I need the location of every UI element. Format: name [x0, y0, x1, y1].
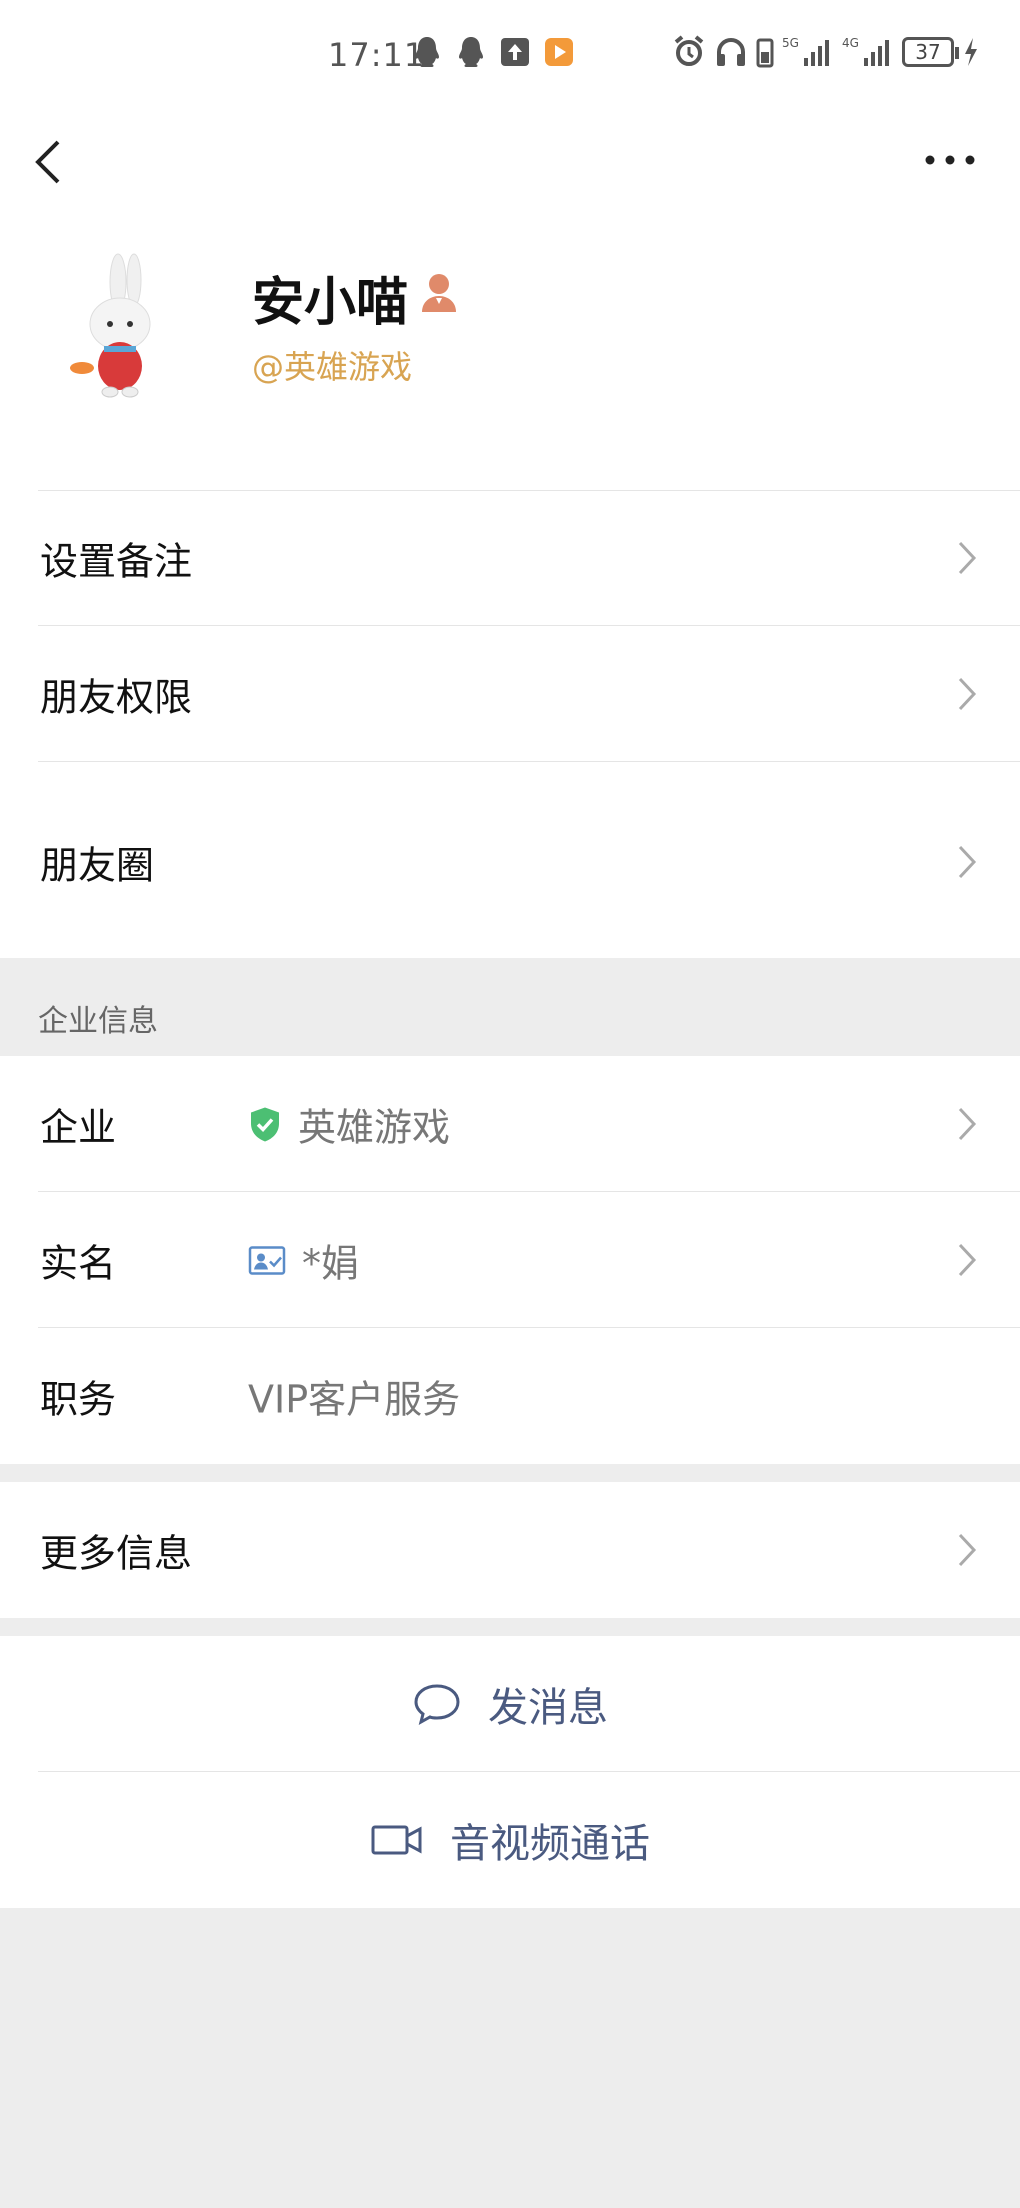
person-badge-icon: [422, 274, 456, 312]
profile-header: 安小喵 @英雄游戏: [0, 210, 1020, 490]
phone-battery-icon: [756, 38, 774, 68]
enterprise-info-list: 企业 英雄游戏 实名 *娟 职务 VIP客户服务: [0, 1056, 1020, 1464]
realname-label: 实名: [40, 1241, 117, 1286]
qq-icon: [459, 37, 483, 67]
contact-settings-list: 设置备注 朋友权限 朋友圈: [0, 490, 1020, 962]
back-icon[interactable]: [26, 136, 70, 188]
realname-row[interactable]: 实名 *娟: [0, 1192, 1020, 1328]
moments-row[interactable]: 朋友圈: [0, 762, 1020, 962]
charging-icon: [965, 38, 977, 66]
notification-icons: [410, 34, 576, 70]
video-call-button[interactable]: 音视频通话: [0, 1772, 1020, 1908]
actions-list: 发消息 音视频通话: [0, 1636, 1020, 1908]
company-name: 英雄游戏: [298, 1105, 451, 1150]
position-value: VIP客户服务: [248, 1377, 461, 1422]
position-label: 职务: [40, 1377, 117, 1422]
more-info-label: 更多信息: [40, 1531, 193, 1576]
svg-text:4G: 4G: [842, 36, 859, 50]
send-message-label: 发消息: [488, 1685, 608, 1731]
svg-text:5G: 5G: [782, 36, 799, 50]
chevron-right-icon: [958, 541, 977, 575]
permissions-label: 朋友权限: [40, 675, 193, 720]
remark-label: 设置备注: [40, 539, 193, 584]
more-info-row[interactable]: 更多信息: [0, 1482, 1020, 1618]
system-icons: 5G 4G 37: [672, 34, 980, 70]
divider: [38, 490, 1020, 491]
position-row: 职务 VIP客户服务: [0, 1328, 1020, 1464]
permissions-row[interactable]: 朋友权限: [0, 626, 1020, 762]
video-camera-icon: [371, 1825, 422, 1855]
chat-bubble-icon: [414, 1684, 460, 1725]
chevron-right-icon: [958, 677, 977, 711]
profile-organization: @英雄游戏: [252, 348, 413, 386]
company-label: 企业: [40, 1105, 117, 1150]
more-icon[interactable]: [920, 148, 980, 172]
video-app-icon: [545, 38, 573, 66]
upload-icon: [501, 38, 529, 66]
signal-4g-icon: 4G: [842, 36, 889, 66]
alarm-icon: [674, 35, 704, 66]
company-value: 英雄游戏: [248, 1097, 450, 1152]
moments-label: 朋友圈: [40, 843, 155, 888]
video-call-label: 音视频通话: [450, 1821, 650, 1867]
more-info-list: 更多信息: [0, 1482, 1020, 1618]
headphones-icon: [717, 38, 745, 66]
enterprise-section-title: 企业信息: [38, 1004, 158, 1039]
company-row[interactable]: 企业 英雄游戏: [0, 1056, 1020, 1192]
chevron-right-icon: [958, 1243, 977, 1277]
signal-5g-icon: 5G: [782, 36, 829, 66]
verified-shield-icon: [251, 1107, 279, 1141]
profile-name: 安小喵: [252, 273, 409, 333]
realname-value: *娟: [248, 1233, 359, 1288]
send-message-button[interactable]: 发消息: [0, 1636, 1020, 1772]
nav-bar: [0, 110, 1020, 210]
chevron-right-icon: [958, 1107, 977, 1141]
chevron-right-icon: [958, 1533, 977, 1567]
realname-text: *娟: [302, 1241, 360, 1286]
enterprise-section-header: 企业信息: [0, 958, 1020, 1058]
id-card-icon: [248, 1245, 286, 1275]
remark-row[interactable]: 设置备注: [0, 490, 1020, 626]
status-bar: 17:11 5G 4G 37: [0, 0, 1020, 110]
avatar[interactable]: [38, 250, 188, 400]
battery-indicator: 37: [902, 37, 959, 67]
qq-icon: [415, 37, 439, 67]
chevron-right-icon: [958, 845, 977, 879]
